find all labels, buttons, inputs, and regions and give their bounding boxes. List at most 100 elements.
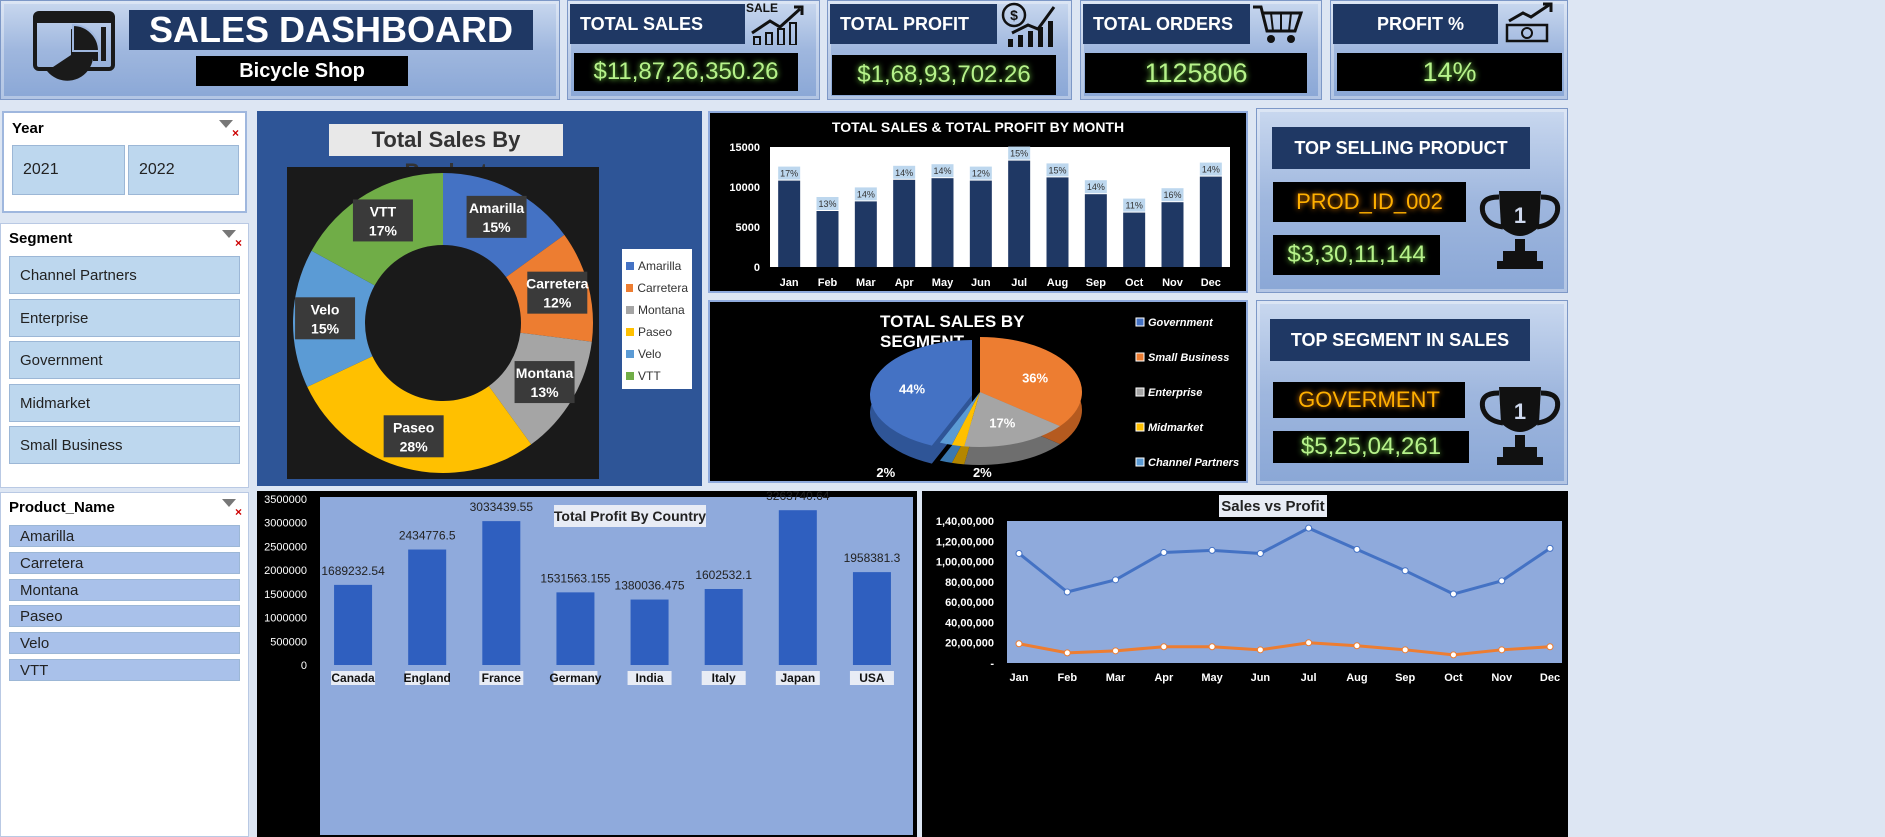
data-label-category: Montana <box>516 365 574 381</box>
data-point <box>1498 646 1506 654</box>
legend-swatch <box>1135 387 1145 397</box>
sales-profit-by-month-chart: TOTAL SALES & TOTAL PROFIT BY MONTH 1500… <box>708 111 1248 293</box>
segment-item[interactable]: Government <box>9 341 240 379</box>
legend-swatch <box>1135 457 1145 467</box>
product-item[interactable]: Paseo <box>9 605 240 627</box>
data-point <box>1449 651 1457 659</box>
year-item[interactable]: 2022 <box>128 145 239 195</box>
sales-vs-profit-chart: Sales vs Profit 1,40,00,000 1,20,00,000 1,0… <box>922 491 1568 837</box>
x-tick-label: Japan <box>780 671 815 685</box>
data-label: 2% <box>876 465 895 480</box>
y-tick-label: 15000 <box>729 142 760 154</box>
bar <box>1123 212 1146 267</box>
legend-swatch <box>1135 422 1145 432</box>
product-item[interactable]: VTT <box>9 659 240 681</box>
segment-item[interactable]: Channel Partners <box>9 256 240 294</box>
data-label: 11% <box>1125 201 1142 211</box>
legend-label: Velo <box>638 347 662 361</box>
kpi-value: 1125806 <box>1085 53 1307 93</box>
y-tick-label: 1,20,00,000 <box>936 536 994 548</box>
x-tick-label: Aug <box>1047 277 1068 289</box>
kpi-value: $1,68,93,702.26 <box>832 55 1056 95</box>
segment-item[interactable]: Enterprise <box>9 299 240 337</box>
legend-label: Government <box>1148 317 1214 329</box>
data-label: 1380036.475 <box>615 579 685 593</box>
year-item[interactable]: 2021 <box>12 145 125 195</box>
data-label: 3033439.55 <box>470 500 534 514</box>
kpi-value: $11,87,26,350.26 <box>574 53 798 91</box>
legend-swatch <box>626 372 634 380</box>
data-label: 3263740.64 <box>766 491 830 503</box>
y-tick-label: 3500000 <box>264 494 307 506</box>
data-label-category: Carretera <box>526 276 588 292</box>
data-point <box>1015 640 1023 648</box>
x-tick-label: USA <box>859 671 885 685</box>
legend-swatch <box>626 328 634 336</box>
top-product-value: $3,30,11,144 <box>1273 235 1440 275</box>
bar <box>1161 202 1184 267</box>
data-point <box>1208 643 1216 651</box>
bar <box>778 180 801 267</box>
data-point <box>1112 647 1120 655</box>
data-point <box>1208 546 1216 554</box>
top-product-name: PROD_ID_002 <box>1273 182 1466 222</box>
data-point <box>1353 545 1361 553</box>
trophy-number: 1 <box>1514 399 1526 424</box>
y-tick-label: 500000 <box>270 636 307 648</box>
y-tick-label: - <box>990 658 994 670</box>
legend-swatch <box>626 262 634 270</box>
x-tick-label: Jun <box>971 277 991 289</box>
card-title: TOP SEGMENT IN SALES <box>1270 319 1530 361</box>
plot-area-extended <box>320 667 913 835</box>
product-item[interactable]: Velo <box>9 632 240 654</box>
top-segment-name: GOVERMENT <box>1273 382 1465 418</box>
legend-label: Midmarket <box>1148 422 1204 434</box>
y-tick-label: 80,00,000 <box>945 577 994 589</box>
data-point <box>1305 639 1313 647</box>
shopping-cart-icon <box>1253 5 1304 43</box>
kpi-card-profit-percent: PROFIT % 14% <box>1330 0 1568 100</box>
top-segment-value: $5,25,04,261 <box>1273 431 1469 463</box>
data-label: 14% <box>933 166 951 176</box>
x-tick-label: England <box>404 671 451 685</box>
clear-filter-icon[interactable] <box>222 230 242 250</box>
bar <box>334 584 373 665</box>
legend-swatch <box>1135 317 1145 327</box>
y-tick-label: 40,00,000 <box>945 617 994 629</box>
legend-item: VTT <box>626 365 688 387</box>
segment-item[interactable]: Midmarket <box>9 384 240 422</box>
x-tick-label: Jun <box>1251 672 1271 684</box>
bar <box>630 599 669 665</box>
data-label: 1602532.1 <box>695 568 752 582</box>
x-tick-label: Germany <box>549 671 601 685</box>
bar <box>482 521 521 665</box>
data-label: 15% <box>1048 165 1066 175</box>
trophy-icon: 1 <box>1479 387 1561 465</box>
bar <box>1199 176 1222 267</box>
clear-filter-icon[interactable] <box>219 120 239 140</box>
kpi-title: TOTAL SALES <box>570 4 745 44</box>
header-panel: SALES DASHBOARD Bicycle Shop <box>0 0 560 100</box>
y-tick-label: 0 <box>301 660 307 672</box>
kpi-value: 14% <box>1337 53 1562 91</box>
kpi-title: TOTAL ORDERS <box>1083 4 1250 44</box>
x-tick-label: Sep <box>1395 672 1415 684</box>
top-selling-product-card: TOP SELLING PRODUCT PROD_ID_002 $3,30,11… <box>1256 108 1568 293</box>
data-point <box>1401 567 1409 575</box>
month-bar-plot: 15000 10000 5000 0 17% Jan 13% Feb 14% Mar 14% Apr 1… <box>729 142 1230 289</box>
product-item[interactable]: Amarilla <box>9 525 240 547</box>
product-item[interactable]: Carretera <box>9 552 240 574</box>
kpi-title: TOTAL PROFIT <box>830 4 997 44</box>
legend-label: Carretera <box>637 281 688 295</box>
data-label: 1531563.155 <box>540 571 610 585</box>
segment-item[interactable]: Small Business <box>9 426 240 464</box>
year-slicer: Year 2021 2022 <box>2 111 247 213</box>
x-tick-label: Oct <box>1444 672 1463 684</box>
product-item[interactable]: Montana <box>9 579 240 601</box>
data-label-value: 15% <box>483 219 512 235</box>
bar <box>969 180 992 267</box>
bar <box>893 179 916 267</box>
sales-by-segment-chart: TOTAL SALES BY SEGMENT 36% 17% 2% 2% 44% Gove… <box>708 300 1248 483</box>
clear-filter-icon[interactable] <box>222 499 242 519</box>
donut-plot: Amarilla 15% Carretera 12% Montana 13% Paseo 28… <box>293 173 593 474</box>
